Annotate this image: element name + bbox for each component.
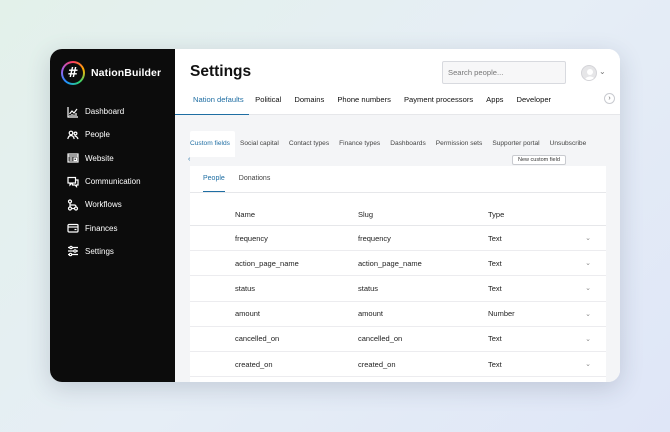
table-row[interactable]: created_on created_on Text ⌄ — [190, 352, 606, 378]
chart-icon — [67, 106, 79, 118]
sidebar-item-dashboard[interactable]: Dashboard — [50, 100, 175, 123]
tab-nation-defaults[interactable]: Nation defaults — [175, 95, 249, 115]
sidebar: # NationBuilder Dashboard People Website… — [50, 49, 175, 382]
table-row[interactable]: status status Text ⌄ — [190, 276, 606, 302]
field-slug: created_on — [358, 359, 396, 369]
sidebar-item-communication[interactable]: Communication — [50, 170, 175, 193]
field-name: amount — [235, 309, 261, 319]
settings-tabs: Nation defaults Political Domains Phone … — [175, 95, 558, 115]
main-content: Settings Search people... ⌄ Nation defau… — [175, 49, 620, 382]
table-row[interactable]: amount amount Number ⌄ — [190, 302, 606, 327]
row-expand-chevron-icon[interactable]: ⌄ — [578, 310, 598, 318]
tab-political[interactable]: Political — [249, 95, 288, 115]
field-name: cancelled_on — [235, 334, 280, 344]
website-icon — [67, 152, 79, 164]
subtab-social-capital[interactable]: Social capital — [235, 131, 284, 157]
field-type: Text — [488, 334, 502, 344]
column-header-slug[interactable]: Slug — [358, 206, 488, 225]
subtab-unsubscribe[interactable]: Unsubscribe — [545, 131, 592, 157]
row-expand-chevron-icon[interactable]: ⌄ — [578, 284, 598, 292]
page-title: Settings — [190, 63, 252, 80]
field-name: frequency — [235, 233, 268, 243]
wallet-icon — [67, 222, 79, 234]
tab-apps[interactable]: Apps — [480, 95, 510, 115]
subtab-permission-sets[interactable]: Permission sets — [431, 131, 488, 157]
chat-icon — [67, 176, 79, 188]
table-row[interactable]: cancelled_on cancelled_on Text ⌄ — [190, 327, 606, 352]
subtab-contact-types[interactable]: Contact types — [284, 131, 334, 157]
table-row[interactable]: action_page_name action_page_name Text ⌄ — [190, 251, 606, 277]
field-slug: amount — [358, 309, 384, 319]
people-icon — [67, 129, 79, 141]
sidebar-item-workflows[interactable]: Workflows — [50, 193, 175, 216]
sliders-icon — [67, 245, 79, 257]
sidebar-item-settings[interactable]: Settings — [50, 240, 175, 263]
panel-tabs: People Donations — [190, 166, 606, 193]
sidebar-nav: Dashboard People Website Communication W… — [50, 100, 175, 263]
field-type: Text — [488, 233, 502, 243]
field-name: action_page_name — [235, 258, 299, 268]
new-custom-field-button[interactable]: New custom field — [512, 155, 566, 165]
sidebar-item-people[interactable]: People — [50, 123, 175, 146]
topbar: Settings Search people... ⌄ Nation defau… — [175, 49, 620, 115]
field-type: Text — [488, 359, 502, 369]
user-icon — [584, 69, 596, 80]
sidebar-item-finances[interactable]: Finances — [50, 216, 175, 239]
chevron-down-icon[interactable]: ⌄ — [599, 67, 606, 76]
tab-payment-processors[interactable]: Payment processors — [397, 95, 479, 115]
brand-name: NationBuilder — [91, 67, 162, 79]
table-header: Name Slug Type — [190, 206, 606, 226]
field-name: created_on — [235, 359, 273, 369]
subtab-custom-fields[interactable]: Custom fields ‹ — [188, 131, 235, 163]
brand[interactable]: # NationBuilder — [50, 60, 175, 86]
table-row[interactable]: frequency frequency Text ⌄ — [190, 226, 606, 252]
row-expand-chevron-icon[interactable]: ⌄ — [578, 335, 598, 343]
tab-developer[interactable]: Developer — [510, 95, 558, 115]
search-input[interactable]: Search people... — [442, 61, 566, 84]
tab-phone-numbers[interactable]: Phone numbers — [331, 95, 398, 115]
field-slug: action_page_name — [358, 258, 422, 268]
field-slug: cancelled_on — [358, 334, 403, 344]
custom-fields-table: Name Slug Type frequency frequency Text … — [190, 206, 606, 378]
custom-fields-panel: People Donations Name Slug Type frequenc… — [190, 166, 606, 382]
field-type: Text — [488, 258, 502, 268]
field-type: Text — [488, 283, 502, 293]
sidebar-item-website[interactable]: Website — [50, 147, 175, 170]
field-slug: status — [358, 283, 379, 293]
avatar[interactable] — [581, 65, 597, 81]
chevron-right-icon[interactable]: › — [604, 93, 615, 104]
row-expand-chevron-icon[interactable]: ⌄ — [578, 360, 598, 368]
subtab-supporter-portal[interactable]: Supporter portal — [487, 131, 544, 157]
sub-tabs: Custom fields ‹ Social capital Contact t… — [188, 131, 592, 163]
field-slug: frequency — [358, 233, 391, 243]
app-window: # NationBuilder Dashboard People Website… — [50, 49, 620, 382]
field-name: status — [235, 283, 256, 293]
nationbuilder-logo-icon: # — [61, 61, 85, 85]
subtab-dashboards[interactable]: Dashboards — [385, 131, 431, 157]
subtab-finance-types[interactable]: Finance types — [334, 131, 385, 157]
column-header-name[interactable]: Name — [190, 206, 358, 225]
field-type: Number — [488, 309, 515, 319]
row-expand-chevron-icon[interactable]: ⌄ — [578, 234, 598, 242]
tab-domains[interactable]: Domains — [288, 95, 331, 115]
row-expand-chevron-icon[interactable]: ⌄ — [578, 259, 598, 267]
tab-people[interactable]: People — [203, 166, 225, 192]
column-header-type[interactable]: Type — [488, 206, 578, 225]
tab-donations[interactable]: Donations — [239, 166, 271, 192]
workflow-icon — [67, 199, 79, 211]
